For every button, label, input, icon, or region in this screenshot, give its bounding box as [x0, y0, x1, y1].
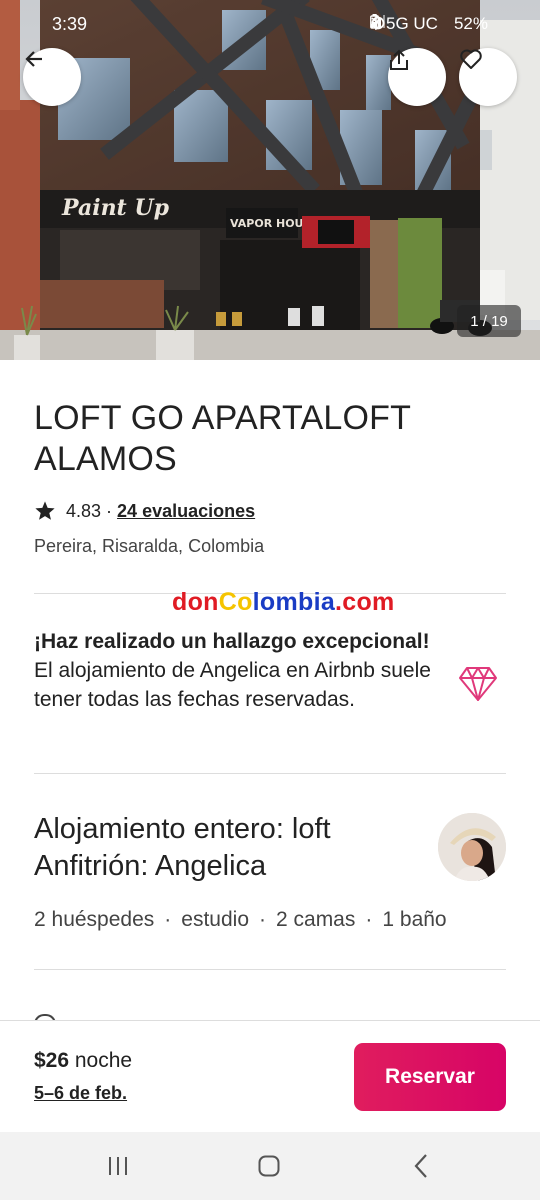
- star-icon: [35, 501, 55, 520]
- date-range-link[interactable]: 5–6 de feb.: [34, 1083, 127, 1104]
- rare-find-heading: ¡Haz realizado un hallazgo excepcional!: [34, 630, 430, 653]
- host-photo: [438, 813, 506, 881]
- home-icon: [258, 1155, 280, 1177]
- price-per-night: $26 noche: [34, 1049, 132, 1073]
- back-nav-button[interactable]: [406, 1152, 436, 1180]
- watermark-part-2: Co: [218, 588, 253, 616]
- detail-separator: ·: [365, 908, 373, 931]
- paint-up-sign: Paint Up: [61, 195, 170, 221]
- price-amount: $26: [34, 1049, 70, 1072]
- home-button[interactable]: [254, 1152, 284, 1180]
- detail-beds: 2 camas: [276, 908, 356, 931]
- status-time: 3:39: [52, 14, 88, 34]
- rating-separator: ·: [106, 500, 113, 521]
- rare-find-message: ¡Haz realizado un hallazgo excepcional! …: [34, 627, 434, 714]
- rare-find-text: El alojamiento de Angelica en Airbnb sue…: [34, 659, 431, 711]
- watermark-part-1: don: [172, 588, 219, 616]
- photo-counter: 1 / 19: [457, 305, 521, 337]
- watermark-part-3: lombia: [252, 588, 336, 616]
- divider: [34, 773, 506, 774]
- rating-value: 4.83: [66, 500, 102, 521]
- detail-separator: ·: [259, 908, 266, 931]
- price-unit: noche: [69, 1049, 133, 1072]
- recents-button[interactable]: [103, 1152, 133, 1180]
- booking-bar: $26 noche 5–6 de feb. Reservar: [0, 1020, 540, 1132]
- chevron-left-icon: [414, 1154, 427, 1178]
- system-nav-bar: [0, 1132, 540, 1200]
- status-bar: 3:39 5G UC 52%: [0, 0, 540, 48]
- diamond-icon: [459, 667, 497, 701]
- share-button[interactable]: [388, 48, 446, 106]
- rating-row: 4.83 · 24 evaluaciones: [34, 500, 255, 522]
- battery-label: 52%: [453, 14, 488, 33]
- heart-icon: [460, 49, 482, 69]
- detail-separator: ·: [164, 908, 172, 931]
- favorite-button[interactable]: [459, 48, 517, 106]
- reserve-button[interactable]: Reservar: [354, 1043, 506, 1111]
- recents-icon: [109, 1157, 127, 1175]
- host-avatar[interactable]: [438, 813, 506, 881]
- listing-title: LOFT GO APARTALOFT ALAMOS: [34, 399, 411, 478]
- status-icons: 5G UC 52%: [370, 14, 496, 34]
- divider: [34, 969, 506, 970]
- reviews-link[interactable]: 24 evaluaciones: [117, 501, 255, 522]
- hero-photo[interactable]: Paint Up VAPOR HOUSE 3:39 5G UC 52% 1 / …: [0, 0, 540, 360]
- listing-details: 2 huéspedes · estudio · 2 camas · 1 baño: [34, 908, 447, 932]
- arrow-left-icon: [25, 51, 42, 67]
- share-icon: [390, 49, 408, 70]
- watermark-part-4: .com: [335, 588, 395, 616]
- host-summary: Alojamiento entero: loft Anfitrión: Ange…: [34, 811, 424, 885]
- detail-baths: 1 baño: [382, 908, 447, 931]
- network-label: 5G UC: [386, 14, 438, 33]
- location-text: Pereira, Risaralda, Colombia: [34, 536, 265, 556]
- watermark: donColombia.com: [172, 588, 395, 617]
- property-type: Alojamiento entero: loft: [34, 813, 331, 845]
- back-button[interactable]: [23, 48, 81, 106]
- detail-guests: 2 huéspedes: [34, 908, 155, 931]
- detail-type: estudio: [181, 908, 249, 931]
- host-name: Anfitrión: Angelica: [34, 850, 267, 882]
